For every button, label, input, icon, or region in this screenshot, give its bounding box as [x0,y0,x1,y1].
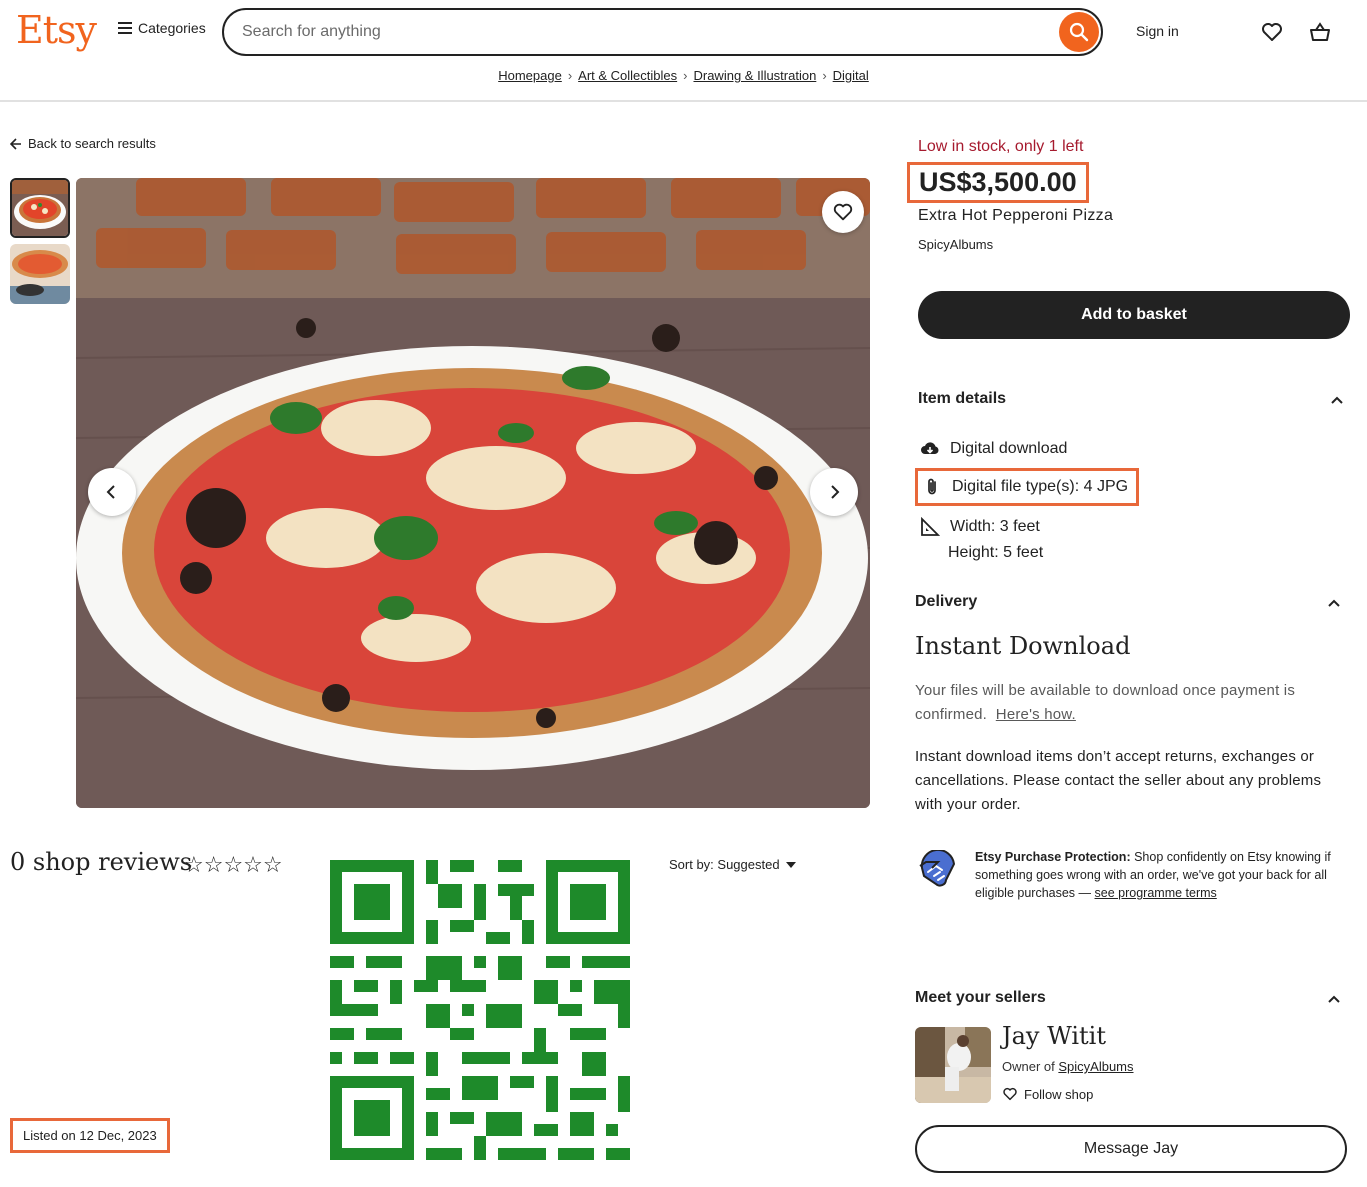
shop-reviews-title: 0 shop reviews [10,848,193,876]
delivery-toggle[interactable] [1328,595,1340,613]
digital-download-label: Digital download [950,440,1068,457]
programme-terms-link[interactable]: see programme terms [1095,886,1217,900]
detail-digital-download: Digital download [920,439,1067,459]
follow-shop-label: Follow shop [1024,1086,1094,1102]
listed-date: Listed on 12 Dec, 2023 [10,1118,170,1153]
sort-dropdown[interactable]: Sort by: Suggested [669,857,796,872]
breadcrumb: Homepage › Art & Collectibles › Drawing … [0,68,1367,83]
sign-in-link[interactable]: Sign in [1136,23,1179,39]
chevron-up-icon [1328,599,1340,607]
download-icon [921,442,939,454]
file-type-label: Digital file type(s): 4 JPG [952,478,1129,495]
etsy-logo[interactable]: Etsy [16,8,97,52]
handshake-icon [919,848,956,887]
detail-file-type: Digital file type(s): 4 JPG [922,477,1128,497]
returns-policy: Instant download items don’t accept retu… [915,748,1322,813]
chevron-up-icon [1328,995,1340,1003]
price: US$3,500.00 [919,167,1077,197]
owner-prefix: Owner of [1002,1059,1055,1074]
ruler-icon [921,517,940,536]
categories-label: Categories [138,20,206,36]
seller-owner-line: Owner of SpicyAlbums [1002,1059,1134,1074]
follow-shop-button[interactable]: Follow shop [1002,1086,1093,1102]
favorites-button[interactable] [1260,20,1284,44]
height-label: Height: 5 feet [948,544,1044,561]
back-label: Back to search results [28,136,156,151]
message-seller-button[interactable]: Message Jay [915,1125,1347,1173]
shop-name-link[interactable]: SpicyAlbums [918,237,993,252]
item-details-toggle[interactable] [1331,392,1343,410]
product-main-image [76,178,870,808]
previous-image-button[interactable] [88,468,136,516]
categories-button[interactable]: Categories [118,20,206,36]
header-divider [0,100,1367,102]
favorite-item-button[interactable] [822,191,864,233]
seller-name[interactable]: Jay Witit [1002,1022,1106,1050]
next-image-button[interactable] [810,468,858,516]
caret-down-icon [785,861,796,868]
search-icon [1069,22,1089,42]
thumbnail-1[interactable] [10,178,70,238]
basket-icon [1310,22,1330,41]
heres-how-link[interactable]: Here's how. [996,706,1076,723]
qr-code [330,860,630,1160]
chevron-right-icon: › [683,68,688,83]
file-type-highlight: Digital file type(s): 4 JPG [915,468,1140,506]
delivery-title: Instant Download [915,632,1131,660]
heart-icon [833,203,853,221]
purchase-protection-badge [916,848,960,895]
pizza-thumbnail-image-2 [10,244,70,304]
breadcrumb-drawing[interactable]: Drawing & Illustration [693,68,816,83]
chevron-right-icon [831,485,840,499]
meet-sellers-heading[interactable]: Meet your sellers [915,989,1046,1007]
product-title: Extra Hot Pepperoni Pizza [918,207,1114,224]
heart-icon [1262,23,1282,41]
breadcrumb-digital[interactable]: Digital [833,68,869,83]
back-to-results-link[interactable]: Back to search results [10,136,156,151]
search-input[interactable] [242,23,1042,41]
heart-icon [1003,1087,1017,1101]
chevron-up-icon [1331,396,1343,404]
chevron-right-icon: › [822,68,827,83]
breadcrumb-homepage[interactable]: Homepage [498,68,562,83]
delivery-info: Your files will be available to download… [915,679,1345,727]
delivery-heading[interactable]: Delivery [915,593,977,611]
arrow-left-icon [10,137,21,150]
sort-label: Sort by: Suggested [669,857,780,872]
purchase-protection-text: Etsy Purchase Protection: Shop confident… [975,848,1355,902]
width-label: Width: 3 feet [950,518,1040,535]
price-highlight: US$3,500.00 [907,162,1089,203]
detail-width: Width: 3 feet [920,517,1040,537]
paperclip-icon [928,478,936,495]
protection-label: Etsy Purchase Protection: [975,850,1131,864]
add-to-basket-button[interactable]: Add to basket [918,291,1350,339]
thumbnail-2[interactable] [10,244,70,304]
chevron-right-icon: › [567,68,573,83]
search-button[interactable] [1059,12,1099,52]
seller-avatar [915,1027,991,1103]
item-details-heading[interactable]: Item details [918,390,1006,408]
delivery-info-text: Your files will be available to download… [915,682,1296,723]
stock-warning: Low in stock, only 1 left [918,138,1084,155]
basket-button[interactable] [1308,20,1332,44]
pizza-thumbnail-image [12,180,68,236]
meet-sellers-toggle[interactable] [1328,991,1340,1009]
detail-height: Height: 5 feet [948,544,1043,562]
breadcrumb-art[interactable]: Art & Collectibles [578,68,677,83]
chevron-left-icon [106,485,115,499]
hamburger-icon [118,22,132,34]
search-bar [222,8,1103,56]
seller-shop-link[interactable]: SpicyAlbums [1058,1059,1133,1074]
rating-stars: ☆☆☆☆☆ [184,852,283,877]
